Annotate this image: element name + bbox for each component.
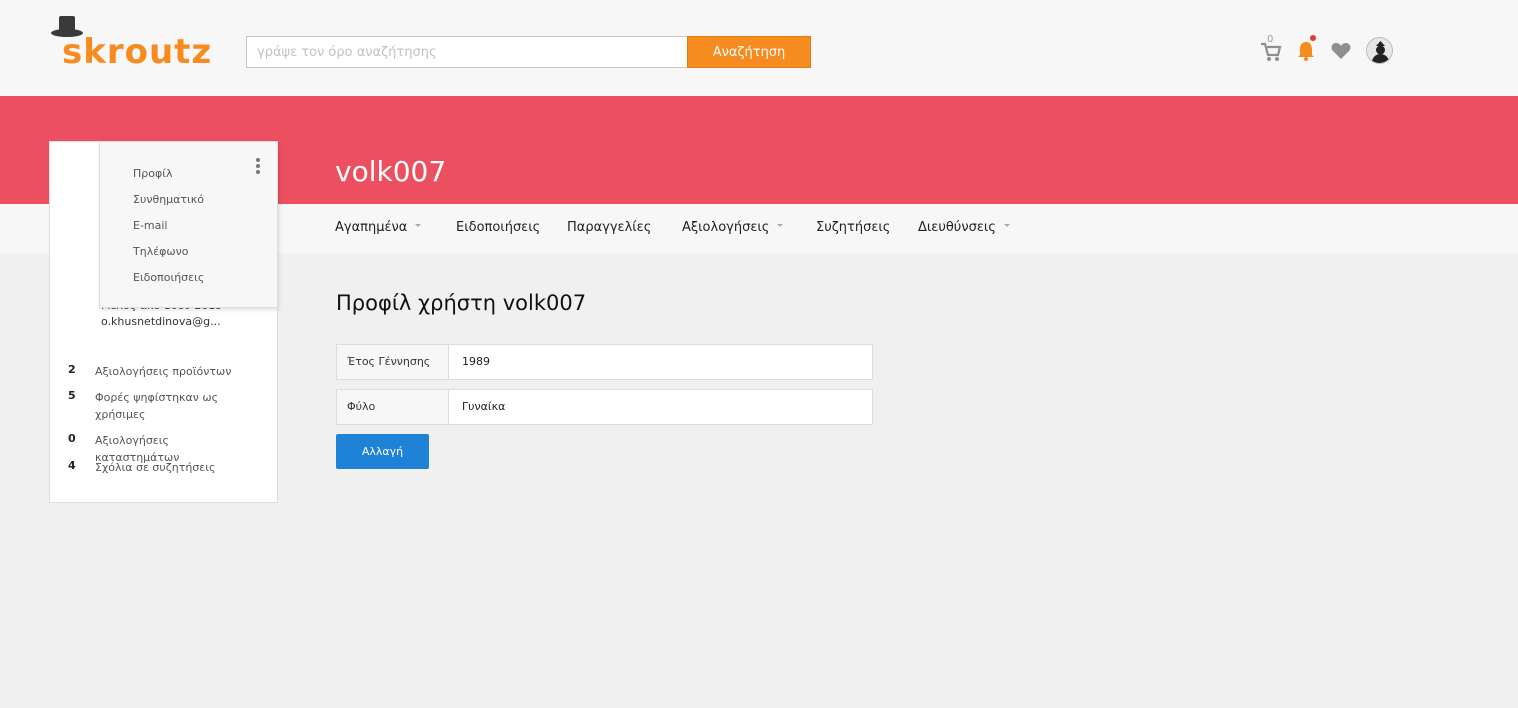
more-options-icon[interactable]	[254, 158, 262, 176]
stat-number: 4	[68, 459, 76, 472]
stat-label: Φορές ψηφίστηκαν ως χρήσιμες	[95, 391, 219, 421]
menu-item-notifications[interactable]: Ειδοποιήσεις	[133, 271, 204, 284]
tab-addresses[interactable]: Διευθύνσεις	[918, 220, 1010, 235]
stat-number: 2	[68, 363, 76, 376]
bell-icon[interactable]	[1294, 38, 1318, 64]
tab-label: Αγαπημένα	[335, 220, 408, 235]
stat-number: 0	[68, 432, 76, 445]
caret-down-icon	[415, 224, 422, 227]
tab-favorites[interactable]: Αγαπημένα	[335, 220, 422, 235]
stat-label: Σχόλια σε συζητήσεις	[95, 461, 216, 474]
field-row-gender: Φύλο Γυναίκα	[336, 389, 873, 425]
field-row-birth-year: Έτος Γέννησης 1989	[336, 344, 873, 380]
logo-text: skroutz	[62, 32, 213, 72]
change-button[interactable]: Αλλαγή	[336, 434, 429, 469]
page-title: Προφίλ χρήστη volk007	[336, 291, 587, 315]
cart-count: 0	[1267, 34, 1274, 45]
profile-username: volk007	[335, 155, 447, 188]
tab-orders[interactable]: Παραγγελίες	[567, 220, 651, 235]
menu-item-email[interactable]: E-mail	[133, 219, 168, 232]
notification-dot	[1310, 35, 1316, 41]
avatar[interactable]	[1366, 37, 1393, 64]
stat-number: 5	[68, 389, 76, 402]
heart-icon[interactable]	[1329, 38, 1353, 64]
tab-label: Συζητήσεις	[816, 220, 891, 235]
user-email: o.khusnetdinova@g...	[101, 315, 221, 328]
caret-down-icon	[777, 224, 784, 227]
menu-item-phone[interactable]: Τηλέφωνο	[133, 245, 189, 258]
tab-label: Αξιολογήσεις	[682, 220, 770, 235]
search-button[interactable]: Αναζήτηση	[687, 36, 811, 68]
field-value: Γυναίκα	[462, 400, 506, 413]
search-input[interactable]	[246, 36, 688, 68]
field-label: Φύλο	[337, 390, 449, 424]
menu-item-profile[interactable]: Προφίλ	[133, 167, 172, 180]
tab-discussions[interactable]: Συζητήσεις	[816, 220, 890, 235]
field-value: 1989	[462, 355, 490, 368]
tab-label: Ειδοποιήσεις	[456, 220, 541, 235]
tab-notifications[interactable]: Ειδοποιήσεις	[456, 220, 540, 235]
tab-reviews[interactable]: Αξιολογήσεις	[682, 220, 784, 235]
skroutz-logo[interactable]: skroutz	[48, 14, 230, 72]
tab-label: Παραγγελίες	[567, 220, 652, 235]
stat-label: Αξιολογήσεις προϊόντων	[95, 365, 232, 378]
caret-down-icon	[1003, 224, 1010, 227]
tab-label: Διευθύνσεις	[918, 220, 996, 235]
field-label: Έτος Γέννησης	[337, 345, 449, 379]
menu-item-password[interactable]: Συνθηματικό	[133, 193, 204, 206]
